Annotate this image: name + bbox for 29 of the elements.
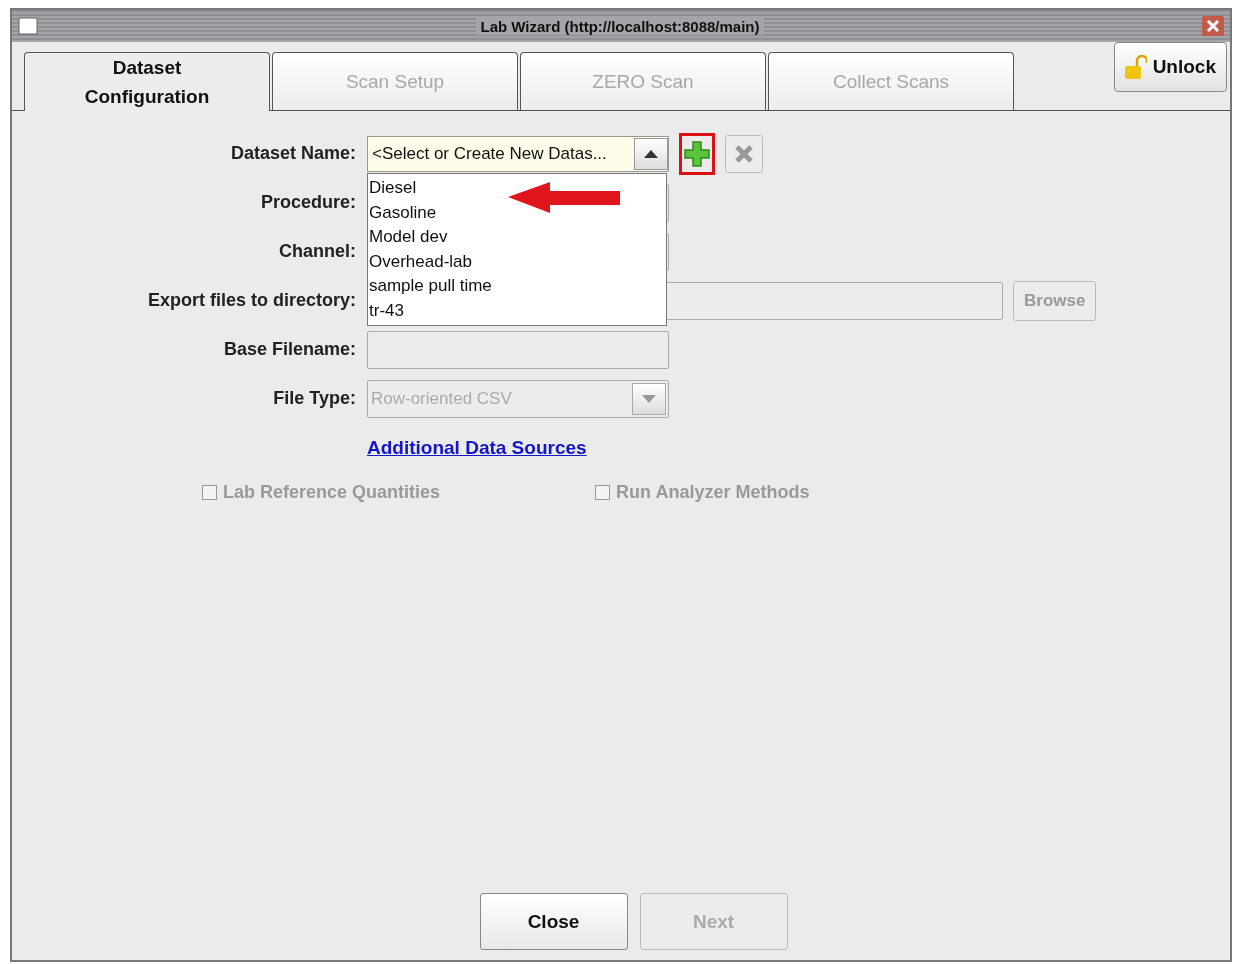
field-label: Procedure: bbox=[260, 192, 356, 213]
combo-value: <Select or Create New Datas... bbox=[372, 143, 607, 164]
field-label: Dataset Name: bbox=[230, 143, 356, 164]
field-label: Export files to directory: bbox=[147, 290, 356, 311]
dialog-button[interactable]: Close bbox=[479, 893, 628, 950]
caret-icon bbox=[642, 394, 656, 403]
additional-sources-link[interactable]: Additional Data Sources bbox=[367, 436, 587, 459]
close-icon[interactable] bbox=[1202, 16, 1224, 36]
dropdown-option[interactable]: Model dev bbox=[368, 225, 666, 250]
dropdown-option[interactable]: Overhead-lab bbox=[368, 249, 666, 274]
delete-button[interactable] bbox=[725, 134, 763, 173]
delete-icon bbox=[734, 143, 754, 164]
field-label: Base Filename: bbox=[223, 339, 356, 360]
dataset-name-combo[interactable]: <Select or Create New Datas... bbox=[367, 135, 669, 172]
dropdown-option[interactable]: Gasoline bbox=[368, 200, 666, 225]
window-menu-icon[interactable] bbox=[18, 17, 38, 35]
unlock-button[interactable]: Unlock bbox=[1113, 42, 1227, 92]
base-filename-field[interactable] bbox=[367, 330, 669, 369]
add-icon[interactable] bbox=[684, 140, 710, 167]
field-label: Channel: bbox=[279, 241, 356, 262]
dropdown-option[interactable]: Diesel bbox=[368, 176, 666, 201]
field-label: File Type: bbox=[273, 388, 356, 409]
tab[interactable]: Dataset Configuration bbox=[24, 52, 270, 111]
caret-icon[interactable] bbox=[644, 149, 658, 158]
dropdown-option[interactable]: tr-43 bbox=[368, 298, 666, 323]
combo-value: Row-oriented CSV bbox=[371, 388, 512, 409]
dropdown-option[interactable]: sample pull time bbox=[368, 274, 666, 299]
window-title: Lab Wizard (http://localhost:8088/main) bbox=[476, 17, 764, 35]
padlock-icon bbox=[1124, 55, 1147, 79]
